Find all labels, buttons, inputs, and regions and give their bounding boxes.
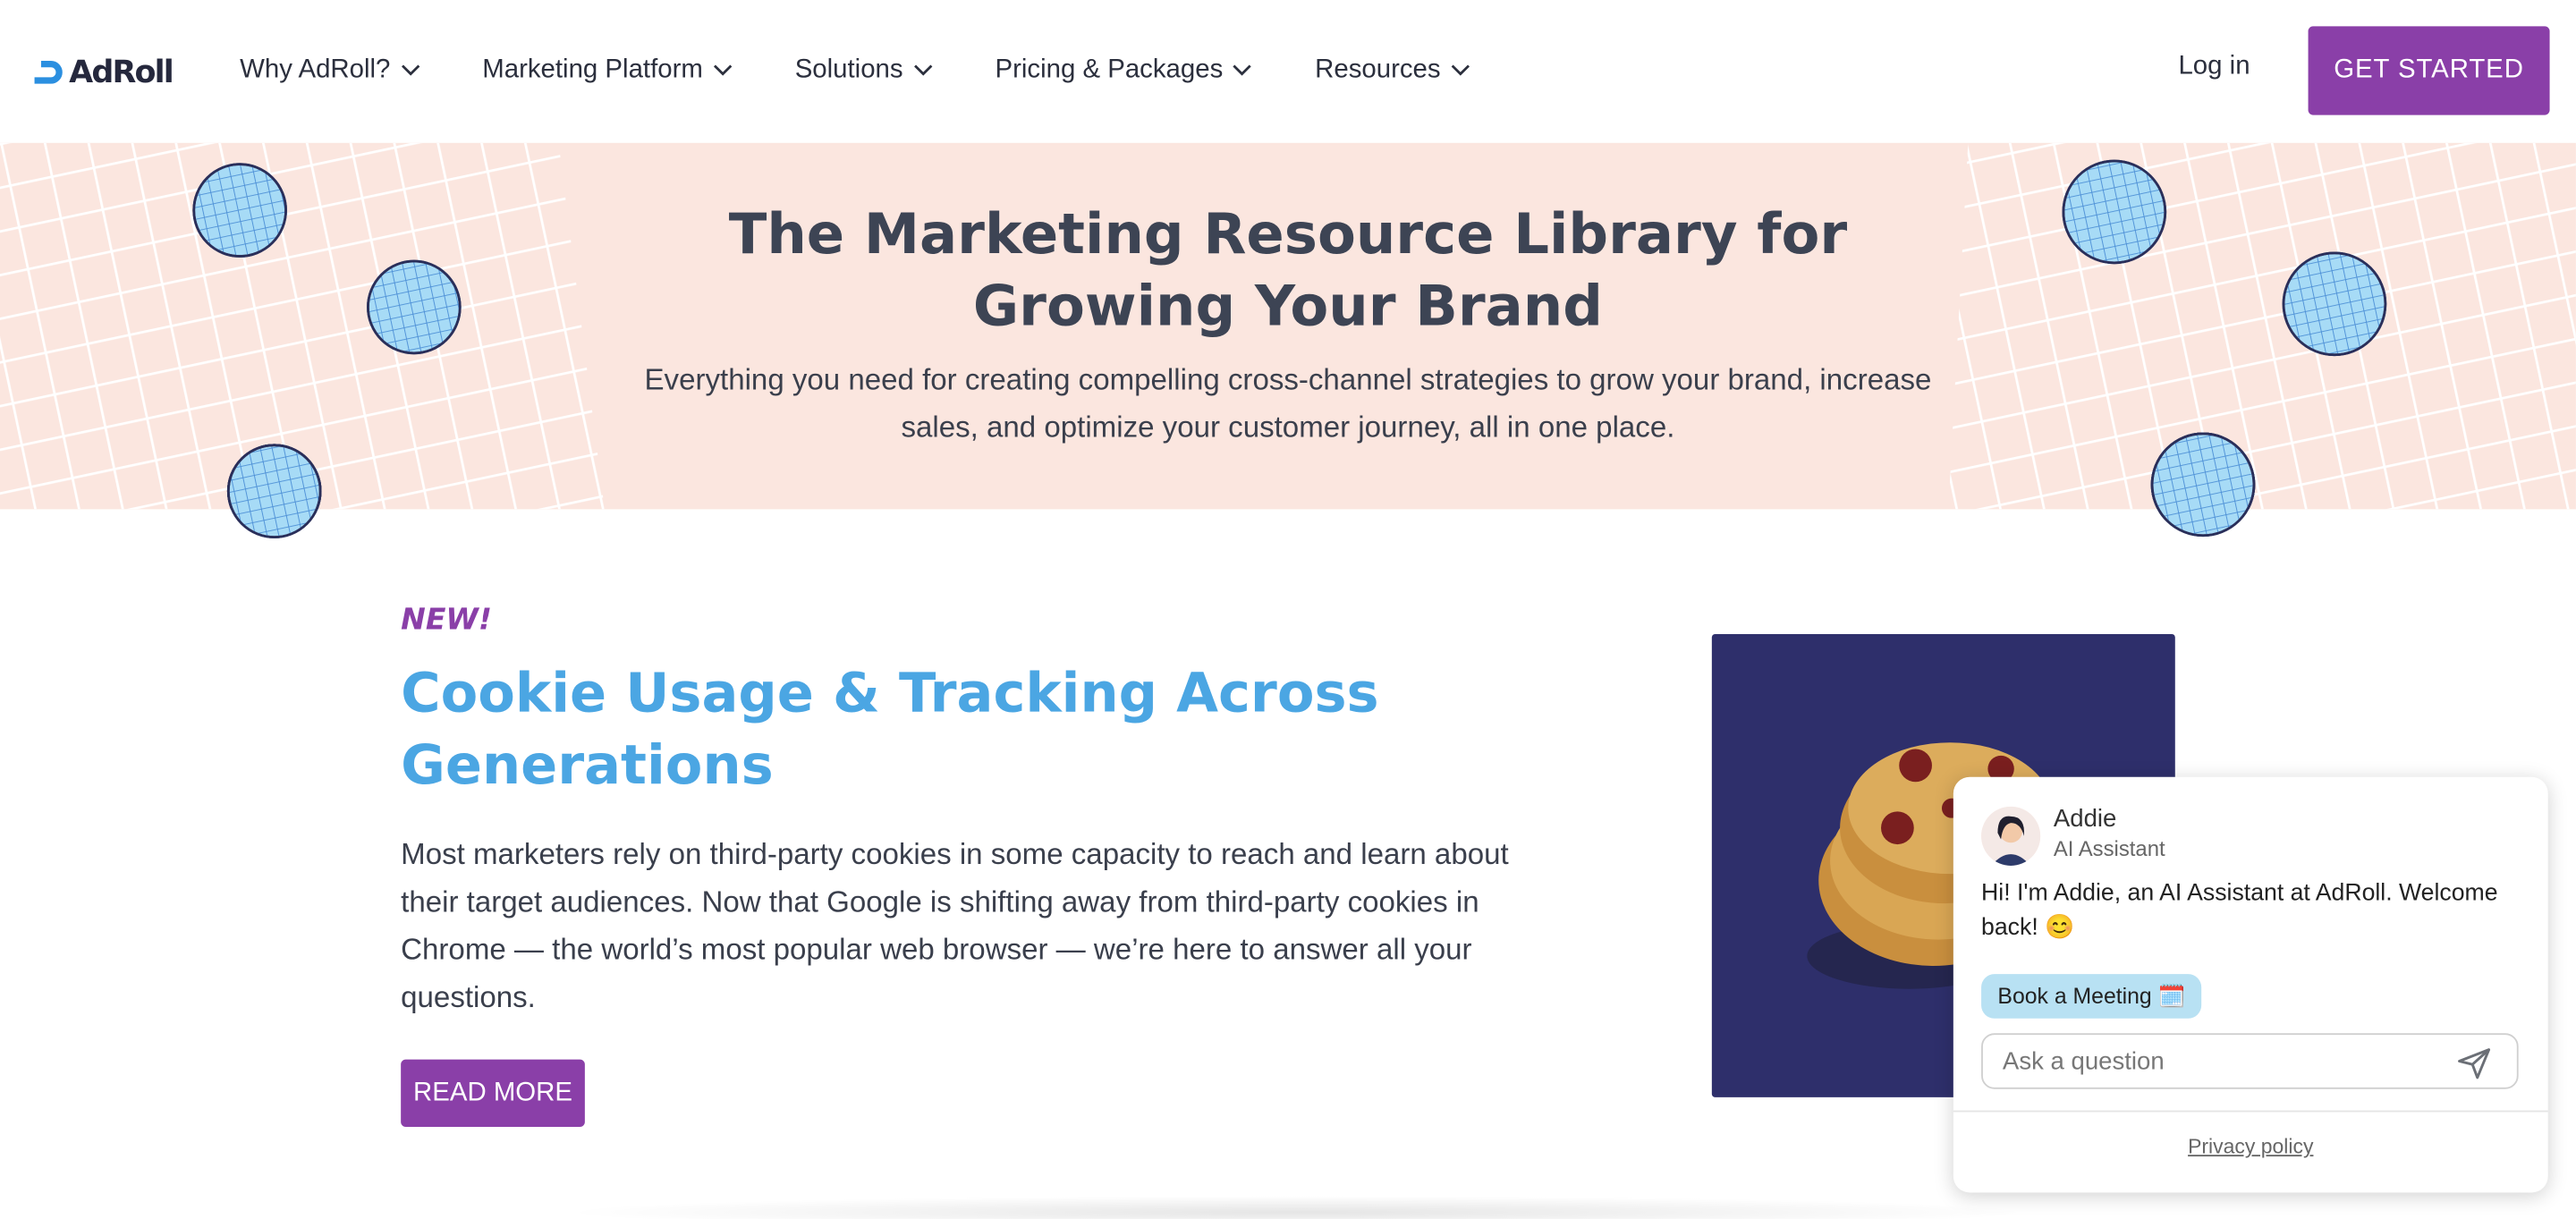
nav-marketing-platform[interactable]: Marketing Platform: [482, 51, 733, 90]
page: AdRoll Why AdRoll? Marketing Platform So…: [0, 0, 2576, 1219]
nav-solutions[interactable]: Solutions: [795, 51, 933, 90]
read-more-button[interactable]: READ MORE: [401, 1059, 585, 1127]
book-meeting-button[interactable]: Book a Meeting 🗓️: [1981, 974, 2202, 1019]
logo-text: AdRoll: [69, 54, 174, 91]
chat-agent-role: AI Assistant: [2053, 835, 2165, 861]
chevron-down-icon: [913, 64, 932, 76]
nav-label: Pricing & Packages: [995, 55, 1224, 84]
main-nav: Why AdRoll? Marketing Platform Solutions…: [240, 51, 1532, 90]
nav-label: Resources: [1315, 55, 1441, 84]
nav-pricing-packages[interactable]: Pricing & Packages: [995, 51, 1252, 90]
chevron-down-icon: [1451, 64, 1470, 76]
chat-input-box: [1981, 1033, 2519, 1089]
hero-title: The Marketing Resource Library for Growi…: [728, 201, 1848, 341]
chat-widget: Addie AI Assistant Hi! I'm Addie, an AI …: [1953, 776, 2548, 1193]
nav-label: Marketing Platform: [482, 55, 703, 84]
chevron-down-icon: [401, 64, 419, 76]
chat-message: Hi! I'm Addie, an AI Assistant at AdRoll…: [1981, 880, 2498, 942]
article-summary: Most marketers rely on third-party cooki…: [401, 837, 1509, 1014]
new-badge: NEW!: [401, 603, 492, 638]
get-started-button[interactable]: GET STARTED: [2308, 26, 2550, 115]
site-header: AdRoll Why AdRoll? Marketing Platform So…: [0, 0, 2576, 143]
adroll-logo-icon: [34, 60, 63, 84]
article-title[interactable]: Cookie Usage & Tracking Across Generatio…: [401, 657, 1551, 802]
chat-agent-name: Addie: [2053, 804, 2117, 834]
chevron-down-icon: [713, 64, 733, 76]
nav-resources[interactable]: Resources: [1315, 51, 1470, 90]
nav-why-adroll[interactable]: Why AdRoll?: [240, 51, 419, 90]
chevron-down-icon: [1233, 64, 1252, 76]
section-shadow: [558, 1196, 2038, 1219]
chat-divider: [1953, 1110, 2548, 1113]
nav-label: Solutions: [794, 55, 903, 84]
hero-banner: The Marketing Resource Library for Growi…: [0, 142, 2576, 510]
nav-label: Why AdRoll?: [240, 55, 391, 84]
adroll-logo[interactable]: AdRoll: [31, 54, 174, 91]
chat-question-input[interactable]: [2002, 1045, 2446, 1078]
send-icon[interactable]: [2458, 1046, 2491, 1079]
hero-subtitle: Everything you need for creating compell…: [644, 362, 1932, 444]
login-link[interactable]: Log in: [2178, 53, 2250, 82]
privacy-policy-link[interactable]: Privacy policy: [1953, 1135, 2548, 1158]
avatar: [1981, 806, 2041, 866]
